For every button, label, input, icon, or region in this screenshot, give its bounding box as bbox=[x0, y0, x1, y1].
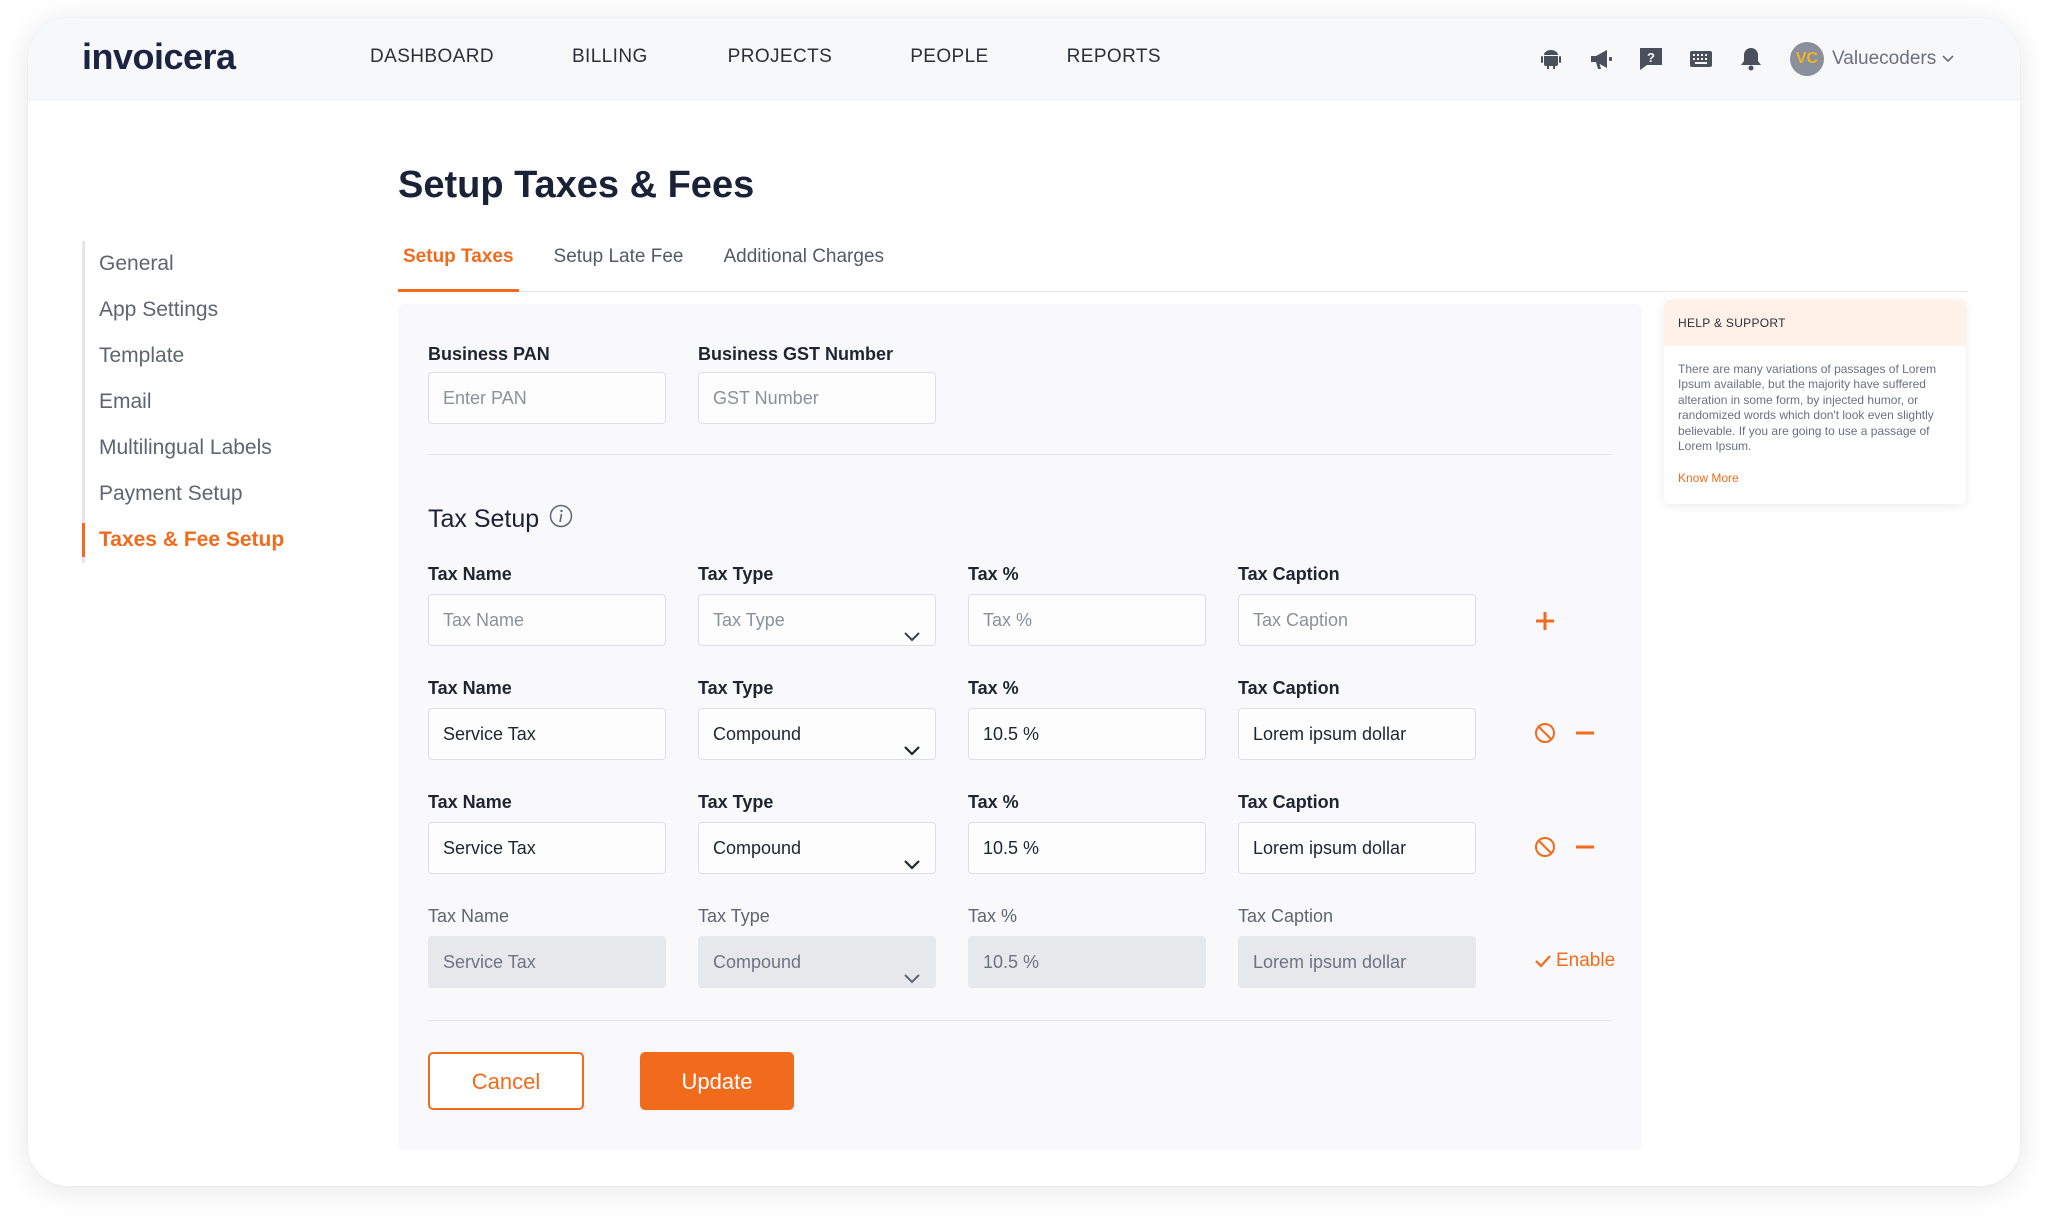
tax-type-label: Tax Type bbox=[698, 564, 774, 584]
help-support-card: HELP & SUPPORT There are many variations… bbox=[1664, 300, 1966, 504]
tax-type-label: Tax Type bbox=[698, 792, 774, 812]
tax-setup-heading: Tax Setup bbox=[428, 504, 573, 535]
tax-percent-input: 10.5 % bbox=[968, 936, 1206, 988]
chevron-down-icon bbox=[903, 612, 921, 662]
enable-tax-button[interactable]: Enable bbox=[1534, 950, 1615, 972]
remove-tax-icon[interactable] bbox=[1574, 836, 1596, 863]
sidebar-item-template[interactable]: Template bbox=[99, 333, 284, 379]
nav-people[interactable]: PEOPLE bbox=[910, 46, 988, 68]
main-nav: DASHBOARD BILLING PROJECTS PEOPLE REPORT… bbox=[370, 46, 1239, 68]
tax-percent-label: Tax % bbox=[968, 906, 1018, 926]
enable-label: Enable bbox=[1556, 950, 1616, 971]
tax-caption-input[interactable]: Lorem ipsum dollar bbox=[1238, 822, 1476, 874]
tax-caption-input[interactable]: Lorem ipsum dollar bbox=[1238, 708, 1476, 760]
tax-setup-title: Tax Setup bbox=[428, 505, 540, 533]
tax-name-label: Tax Name bbox=[428, 564, 512, 584]
help-title: HELP & SUPPORT bbox=[1664, 300, 1966, 346]
sidebar-item-app-settings[interactable]: App Settings bbox=[99, 287, 284, 333]
sidebar-item-taxes-fee-setup[interactable]: Taxes & Fee Setup bbox=[81, 517, 284, 563]
sidebar-item-multilingual-labels[interactable]: Multilingual Labels bbox=[99, 425, 284, 471]
cancel-button[interactable]: Cancel bbox=[428, 1052, 584, 1110]
tab-setup-late-fee[interactable]: Setup Late Fee bbox=[549, 240, 689, 292]
nav-billing[interactable]: BILLING bbox=[572, 46, 648, 68]
page-title: Setup Taxes & Fees bbox=[398, 164, 755, 206]
remove-tax-icon[interactable] bbox=[1574, 722, 1596, 749]
business-pan-input[interactable]: Enter PAN bbox=[428, 372, 666, 424]
tab-additional-charges[interactable]: Additional Charges bbox=[718, 240, 889, 292]
svg-text:?: ? bbox=[1647, 50, 1655, 65]
tax-type-value: Compound bbox=[713, 952, 802, 972]
tax-name-label: Tax Name bbox=[428, 906, 510, 926]
chevron-down-icon bbox=[903, 840, 921, 890]
tax-type-value: Tax Type bbox=[713, 610, 785, 630]
nav-dashboard[interactable]: DASHBOARD bbox=[370, 46, 494, 68]
settings-tabs: Setup Taxes Setup Late Fee Additional Ch… bbox=[398, 240, 1968, 292]
tax-caption-label: Tax Caption bbox=[1238, 564, 1340, 584]
info-icon[interactable] bbox=[549, 504, 573, 535]
tax-name-input: Service Tax bbox=[428, 936, 666, 988]
tax-percent-label: Tax % bbox=[968, 792, 1019, 812]
brand-logo[interactable]: invoicera bbox=[82, 36, 236, 78]
tax-type-select[interactable]: Compound bbox=[698, 708, 936, 760]
tax-percent-label: Tax % bbox=[968, 564, 1019, 584]
tax-caption-input[interactable]: Tax Caption bbox=[1238, 594, 1476, 646]
android-icon[interactable] bbox=[1538, 46, 1564, 72]
tax-percent-input[interactable]: Tax % bbox=[968, 594, 1206, 646]
chevron-down-icon[interactable] bbox=[1942, 50, 1954, 68]
tax-type-label: Tax Type bbox=[698, 678, 774, 698]
tax-caption-label: Tax Caption bbox=[1238, 678, 1340, 698]
sidebar-item-email[interactable]: Email bbox=[99, 379, 284, 425]
tax-type-select: Compound bbox=[698, 936, 936, 988]
help-body: There are many variations of passages of… bbox=[1678, 362, 1937, 454]
chevron-down-icon bbox=[903, 954, 921, 1004]
check-icon bbox=[1535, 955, 1551, 968]
sidebar-item-general[interactable]: General bbox=[99, 241, 284, 287]
disable-tax-icon[interactable] bbox=[1534, 836, 1556, 863]
tax-type-label: Tax Type bbox=[698, 906, 770, 926]
tax-type-select[interactable]: Compound bbox=[698, 822, 936, 874]
tax-percent-input[interactable]: 10.5 % bbox=[968, 708, 1206, 760]
tax-name-input[interactable]: Service Tax bbox=[428, 708, 666, 760]
add-tax-icon[interactable] bbox=[1534, 610, 1556, 637]
app-window: invoicera DASHBOARD BILLING PROJECTS PEO… bbox=[28, 18, 2020, 1186]
megaphone-icon[interactable] bbox=[1588, 46, 1614, 72]
tab-setup-taxes[interactable]: Setup Taxes bbox=[398, 240, 519, 292]
update-button[interactable]: Update bbox=[640, 1052, 794, 1110]
tax-caption-label: Tax Caption bbox=[1238, 906, 1334, 926]
section-divider bbox=[428, 454, 1612, 455]
business-pan-label: Business PAN bbox=[428, 344, 550, 364]
keyboard-icon[interactable] bbox=[1688, 46, 1714, 72]
tax-caption-input: Lorem ipsum dollar bbox=[1238, 936, 1476, 988]
tax-setup-panel: Business PAN Enter PAN Business GST Numb… bbox=[398, 304, 1642, 1150]
top-icon-group: ? VC Valuecoders bbox=[1538, 42, 1954, 76]
know-more-link[interactable]: Know More bbox=[1678, 471, 1739, 485]
chevron-down-icon bbox=[903, 726, 921, 776]
top-navbar: invoicera DASHBOARD BILLING PROJECTS PEO… bbox=[28, 18, 2020, 100]
section-divider bbox=[428, 1020, 1612, 1021]
user-name[interactable]: Valuecoders bbox=[1832, 48, 1936, 70]
avatar[interactable]: VC bbox=[1790, 42, 1824, 76]
help-chat-icon[interactable]: ? bbox=[1638, 46, 1664, 72]
tax-name-label: Tax Name bbox=[428, 792, 512, 812]
bell-icon[interactable] bbox=[1738, 46, 1764, 72]
sidebar-item-payment-setup[interactable]: Payment Setup bbox=[99, 471, 284, 517]
business-gst-input[interactable]: GST Number bbox=[698, 372, 936, 424]
business-gst-label: Business GST Number bbox=[698, 344, 894, 364]
tax-name-input[interactable]: Service Tax bbox=[428, 822, 666, 874]
tax-name-input[interactable]: Tax Name bbox=[428, 594, 666, 646]
nav-projects[interactable]: PROJECTS bbox=[728, 46, 833, 68]
tax-caption-label: Tax Caption bbox=[1238, 792, 1340, 812]
settings-sidebar: General App Settings Template Email Mult… bbox=[81, 241, 284, 563]
disable-tax-icon[interactable] bbox=[1534, 722, 1556, 749]
tax-percent-label: Tax % bbox=[968, 678, 1019, 698]
nav-reports[interactable]: REPORTS bbox=[1067, 46, 1161, 68]
tax-percent-input[interactable]: 10.5 % bbox=[968, 822, 1206, 874]
tax-type-value: Compound bbox=[713, 838, 802, 858]
tax-name-label: Tax Name bbox=[428, 678, 512, 698]
tax-type-select[interactable]: Tax Type bbox=[698, 594, 936, 646]
tax-type-value: Compound bbox=[713, 724, 802, 744]
